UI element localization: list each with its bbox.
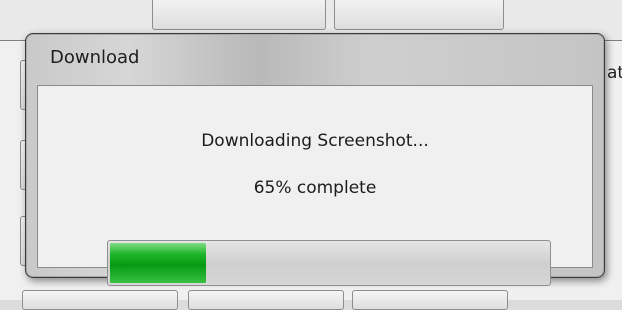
dialog-content: Downloading Screenshot... 65% complete [37,85,593,286]
background-button[interactable] [152,0,326,30]
download-progress-bar [107,240,551,286]
background-button[interactable] [188,290,344,310]
background-button[interactable] [334,0,504,30]
background-button[interactable] [352,290,508,310]
dialog-title: Download [50,47,140,68]
background-cut-text: ati [607,63,622,83]
download-percent-text: 65% complete [253,178,377,198]
download-status-text: Downloading Screenshot... [201,131,429,151]
progress-fill [110,243,206,283]
download-dialog: Download Downloading Screenshot... 65% c… [25,33,605,286]
background-button[interactable] [22,290,178,310]
